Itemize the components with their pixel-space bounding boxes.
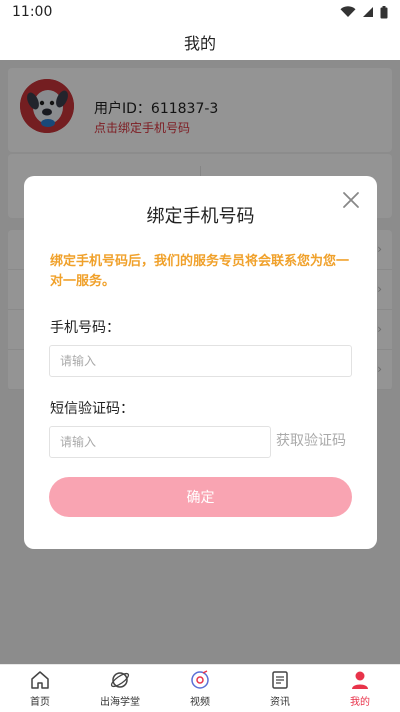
dialog-title: 绑定手机号码: [146, 206, 255, 227]
dialog-description: 绑定手机号码后，我们的服务专员将会联系您为您一对一服务。: [50, 254, 350, 289]
tab-home[interactable]: 首页: [0, 665, 80, 712]
user-icon: [352, 671, 368, 689]
confirm-button[interactable]: 确定: [49, 477, 352, 517]
status-bar: 11:00: [0, 0, 400, 24]
tab-label: 出海学堂: [100, 697, 140, 708]
wifi-icon: [340, 6, 356, 17]
tab-label: 首页: [30, 697, 50, 708]
tab-label: 视频: [190, 697, 210, 708]
status-time: 11:00: [12, 4, 53, 20]
page-title: 我的: [183, 34, 216, 53]
home-icon: [31, 671, 49, 689]
tab-academy[interactable]: 出海学堂: [80, 665, 160, 712]
close-icon[interactable]: [341, 190, 361, 210]
get-code-button[interactable]: 获取验证码: [276, 430, 346, 454]
signal-icon: [363, 7, 373, 17]
news-icon: [272, 671, 288, 689]
tab-label: 我的: [350, 697, 370, 708]
tab-video[interactable]: 视频: [160, 665, 240, 712]
tab-label: 资讯: [270, 697, 290, 708]
phone-input[interactable]: [49, 345, 352, 377]
page-header: 我的: [0, 24, 400, 60]
phone-label: 手机号码：: [50, 320, 120, 336]
bind-phone-dialog: 绑定手机号码 绑定手机号码后，我们的服务专员将会联系您为您一对一服务。 手机号码…: [24, 176, 377, 549]
video-disc-icon: [191, 670, 209, 689]
battery-icon: [380, 5, 388, 18]
sms-code-input[interactable]: [49, 426, 271, 458]
tab-news[interactable]: 资讯: [240, 665, 320, 712]
status-icons: [340, 5, 388, 19]
tab-me[interactable]: 我的: [320, 665, 400, 712]
sms-code-label: 短信验证码：: [50, 401, 134, 417]
bottom-tab-bar: 首页 出海学堂 视频 资讯 我的: [0, 664, 400, 712]
planet-icon: [110, 672, 130, 688]
